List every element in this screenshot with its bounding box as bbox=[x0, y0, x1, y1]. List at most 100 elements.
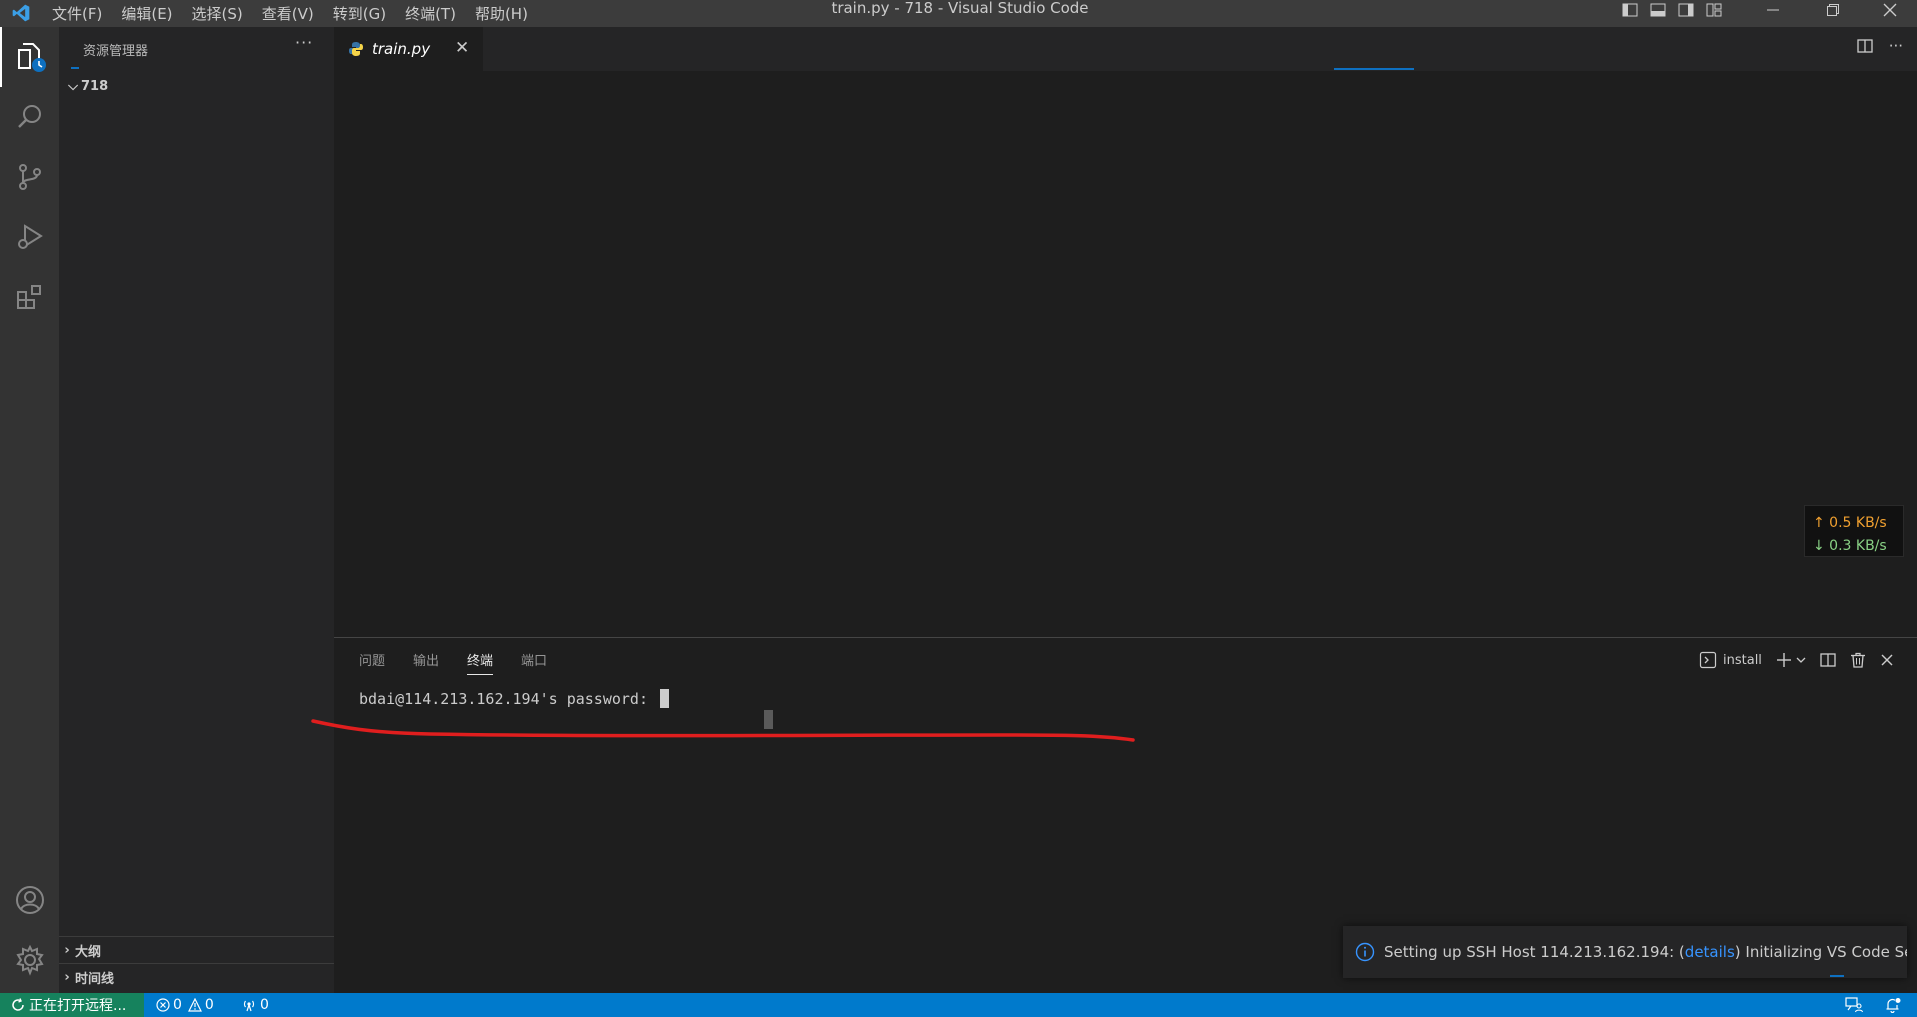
chevron-down-icon[interactable] bbox=[1796, 655, 1806, 665]
editor-more-actions-icon[interactable]: ··· bbox=[1889, 37, 1903, 55]
tab-problems[interactable]: 问题 bbox=[359, 650, 385, 675]
notifications-button[interactable] bbox=[1884, 993, 1902, 1017]
tab-close-icon[interactable]: ✕ bbox=[455, 38, 469, 58]
sidebar-progress-bar bbox=[71, 67, 79, 69]
extensions-icon bbox=[16, 285, 41, 309]
download-speed: ↓ 0.3 KB/s bbox=[1813, 538, 1887, 554]
panel-actions: install bbox=[1699, 651, 1894, 669]
notification-text-before: Setting up SSH Host 114.213.162.194: ( bbox=[1384, 943, 1685, 961]
account-icon bbox=[15, 886, 44, 914]
network-speed-overlay: ↑ 0.5 KB/s ↓ 0.3 KB/s bbox=[1804, 505, 1904, 557]
vscode-logo-icon[interactable] bbox=[10, 3, 32, 23]
activity-source-control[interactable] bbox=[0, 147, 59, 207]
editor-area: train.py ✕ ··· ↑ 0.5 KB/s ↓ 0.3 KB/s bbox=[334, 27, 1917, 637]
python-icon bbox=[349, 42, 363, 56]
tab-output[interactable]: 输出 bbox=[413, 650, 439, 675]
sidebar-more-actions-icon[interactable]: ··· bbox=[295, 33, 313, 52]
customize-layout-icon[interactable] bbox=[1706, 2, 1722, 18]
status-bar: 正在打开远程... 0 0 0 bbox=[0, 993, 1917, 1017]
ports-count: 0 bbox=[260, 997, 269, 1013]
ports-status[interactable]: 0 bbox=[241, 993, 269, 1017]
feedback-button[interactable] bbox=[1845, 993, 1863, 1017]
activity-manage[interactable] bbox=[0, 930, 59, 990]
menu-go[interactable]: 转到(G) bbox=[333, 3, 386, 24]
plus-icon bbox=[1776, 653, 1791, 667]
broadcast-icon bbox=[243, 1000, 255, 1012]
menu-edit[interactable]: 编辑(E) bbox=[121, 3, 172, 24]
details-link[interactable]: details bbox=[1685, 943, 1735, 961]
sync-spin-icon bbox=[12, 998, 24, 1011]
minimize-icon bbox=[1767, 9, 1779, 11]
menu-help[interactable]: 帮助(H) bbox=[475, 3, 528, 24]
title-bar: 文件(F) 编辑(E) 选择(S) 查看(V) 转到(G) 终端(T) 帮助(H… bbox=[0, 0, 1917, 27]
split-editor-icon[interactable] bbox=[1857, 38, 1873, 54]
activity-explorer[interactable] bbox=[0, 27, 59, 87]
notification-progress-bar bbox=[1830, 975, 1844, 977]
remote-status-text: 正在打开远程... bbox=[29, 998, 127, 1014]
ssh-notification[interactable]: Setting up SSH Host 114.213.162.194: (de… bbox=[1343, 926, 1907, 978]
terminal-selector[interactable]: install bbox=[1699, 651, 1762, 669]
terminal-cursor bbox=[660, 689, 670, 708]
warning-icon bbox=[187, 998, 202, 1012]
folder-root[interactable]: ⌵ 718 bbox=[65, 75, 108, 97]
activity-run-debug[interactable] bbox=[0, 207, 59, 267]
minimize-button[interactable] bbox=[1766, 0, 1780, 20]
menu-terminal[interactable]: 终端(T) bbox=[405, 3, 456, 24]
tab-bar: train.py ✕ ··· bbox=[334, 27, 1917, 71]
window-title: train.py - 718 - Visual Studio Code bbox=[831, 0, 1089, 17]
search-icon bbox=[17, 105, 41, 128]
activity-extensions[interactable] bbox=[0, 267, 59, 327]
tab-terminal[interactable]: 终端 bbox=[467, 650, 494, 675]
restore-button[interactable] bbox=[1826, 0, 1840, 20]
toggle-secondary-sidebar-icon[interactable] bbox=[1678, 2, 1694, 18]
explorer-icon bbox=[17, 43, 46, 72]
new-terminal-button[interactable] bbox=[1776, 652, 1806, 668]
terminal-output[interactable]: bdai@114.213.162.194's password: bbox=[359, 689, 670, 708]
info-icon bbox=[1355, 942, 1375, 962]
terminal-icon bbox=[1699, 651, 1717, 669]
section-timeline-label: 时间线 bbox=[75, 971, 115, 987]
tab-train-py[interactable]: train.py ✕ bbox=[334, 27, 483, 71]
split-terminal-icon[interactable] bbox=[1820, 652, 1836, 668]
chevron-right-icon: › bbox=[64, 969, 70, 985]
tab-ports[interactable]: 端口 bbox=[521, 650, 547, 675]
toggle-panel-icon[interactable] bbox=[1650, 2, 1666, 18]
chevron-right-icon: › bbox=[64, 942, 70, 958]
close-window-button[interactable] bbox=[1883, 0, 1897, 20]
source-control-icon bbox=[18, 164, 41, 190]
layout-controls bbox=[1622, 0, 1722, 20]
menu-view[interactable]: 查看(V) bbox=[262, 3, 314, 24]
error-count: 0 bbox=[173, 997, 182, 1013]
terminal-name: install bbox=[1723, 652, 1762, 668]
activity-accounts[interactable] bbox=[0, 870, 59, 930]
panel-tabs: 问题 输出 终端 端口 bbox=[359, 650, 547, 675]
activity-bar bbox=[0, 27, 59, 993]
error-icon bbox=[156, 998, 170, 1012]
section-outline-label: 大纲 bbox=[75, 944, 102, 960]
menu-file[interactable]: 文件(F) bbox=[52, 3, 102, 24]
editor-progress-bar bbox=[1334, 68, 1414, 70]
menu-selection[interactable]: 选择(S) bbox=[192, 3, 243, 24]
restore-icon bbox=[1827, 4, 1839, 16]
notification-text-after: ) Initializing VS Code Ser... bbox=[1734, 943, 1907, 961]
upload-speed: ↑ 0.5 KB/s bbox=[1813, 515, 1887, 531]
section-timeline[interactable]: › 时间线 bbox=[59, 963, 334, 990]
toggle-primary-sidebar-icon[interactable] bbox=[1622, 2, 1638, 18]
close-icon bbox=[1883, 3, 1897, 17]
folder-name: 718 bbox=[81, 78, 109, 94]
activity-search[interactable] bbox=[0, 87, 59, 147]
remote-indicator[interactable]: 正在打开远程... bbox=[0, 993, 144, 1017]
explorer-sidebar: 资源管理器 ··· ⌵ 718 › 大纲 › 时间线 bbox=[59, 27, 334, 993]
section-outline[interactable]: › 大纲 bbox=[59, 936, 334, 963]
chevron-down-icon: ⌵ bbox=[68, 78, 78, 94]
run-debug-icon bbox=[17, 224, 43, 249]
sidebar-title: 资源管理器 bbox=[83, 44, 149, 59]
trash-icon[interactable] bbox=[1850, 652, 1866, 668]
bell-dot-icon bbox=[1886, 998, 1901, 1013]
problems-status[interactable]: 0 0 bbox=[156, 993, 214, 1017]
menu-bar: 文件(F) 编辑(E) 选择(S) 查看(V) 转到(G) 终端(T) 帮助(H… bbox=[52, 0, 547, 27]
warning-count: 0 bbox=[204, 997, 214, 1013]
close-panel-icon[interactable] bbox=[1880, 653, 1894, 667]
text-cursor-indicator bbox=[764, 710, 773, 729]
editor-actions: ··· bbox=[1857, 37, 1903, 55]
